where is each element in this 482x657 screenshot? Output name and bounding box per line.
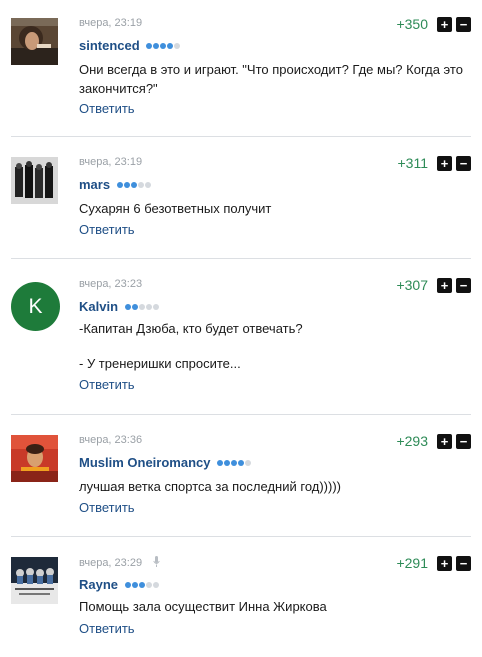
comment-time: вчера, 23:23 (79, 278, 143, 290)
microphone-icon (153, 556, 160, 570)
comment-time: вчера, 23:19 (79, 156, 143, 168)
username-link[interactable]: sintenced (79, 37, 181, 53)
comment-text: Они всегда в это и играют. "Что происход… (79, 60, 474, 98)
avatar[interactable]: K (11, 282, 60, 331)
avatar[interactable] (11, 557, 58, 604)
user-rating (116, 176, 152, 191)
comment-line: закончится?" (79, 81, 158, 96)
comment-time: вчера, 23:36 (79, 434, 143, 446)
divider (11, 258, 471, 259)
avatar-letter: K (28, 295, 43, 318)
user-rating (124, 576, 160, 591)
upvote-button[interactable]: + (437, 556, 452, 571)
upvote-button[interactable]: + (437, 17, 452, 32)
comment-line: Сухарян 6 безответных получит (79, 201, 272, 216)
username-link[interactable]: mars (79, 176, 152, 192)
reply-link[interactable]: Ответить (79, 621, 135, 636)
user-rating (217, 454, 252, 469)
comment-text: лучшая ветка спортса за последний год)))… (79, 477, 474, 496)
downvote-button[interactable]: − (456, 17, 471, 32)
comment-score: +307 (396, 277, 428, 293)
upvote-button[interactable]: + (437, 434, 452, 449)
comment-score: +293 (396, 433, 428, 449)
user-rating (146, 37, 181, 52)
user-photo-icon (11, 557, 58, 604)
divider (11, 414, 471, 415)
divider (11, 536, 471, 537)
comment-line: Они всегда в это и играют. "Что происход… (79, 62, 463, 77)
username-link[interactable]: Rayne (79, 576, 160, 592)
reply-link[interactable]: Ответить (79, 500, 135, 515)
upvote-button[interactable]: + (437, 156, 452, 171)
comment-line: - У тренеришки спросите... (79, 356, 241, 371)
comment-text: -Капитан Дзюба, кто будет отвечать? - У … (79, 319, 474, 373)
comment-score: +311 (397, 155, 429, 171)
downvote-button[interactable]: − (456, 434, 471, 449)
comment-line: Помощь зала осуществит Инна Жиркова (79, 599, 327, 614)
user-photo-icon (11, 435, 58, 482)
comment-time: вчера, 23:19 (79, 17, 143, 29)
upvote-button[interactable]: + (437, 278, 452, 293)
comment-line: -Капитан Дзюба, кто будет отвечать? (79, 321, 303, 336)
downvote-button[interactable]: − (456, 156, 471, 171)
username-link[interactable]: Muslim Oneiromancy (79, 454, 252, 470)
username-link[interactable]: Kalvin (79, 298, 160, 314)
avatar[interactable] (11, 435, 58, 482)
comment-text: Сухарян 6 безответных получит (79, 199, 474, 218)
reply-link[interactable]: Ответить (79, 377, 135, 392)
downvote-button[interactable]: − (456, 278, 471, 293)
comment-time: вчера, 23:29 (79, 556, 160, 570)
user-photo-icon (11, 157, 58, 204)
downvote-button[interactable]: − (456, 556, 471, 571)
divider (11, 136, 471, 137)
avatar[interactable] (11, 18, 58, 65)
comment-score: +291 (396, 555, 428, 571)
comment-line: лучшая ветка спортса за последний год)))… (79, 479, 341, 494)
user-photo-icon (11, 18, 58, 65)
comment-text: Помощь зала осуществит Инна Жиркова (79, 597, 474, 616)
avatar[interactable] (11, 157, 58, 204)
reply-link[interactable]: Ответить (79, 222, 135, 237)
comment-score: +350 (396, 16, 428, 32)
reply-link[interactable]: Ответить (79, 101, 135, 116)
user-rating (124, 298, 160, 313)
